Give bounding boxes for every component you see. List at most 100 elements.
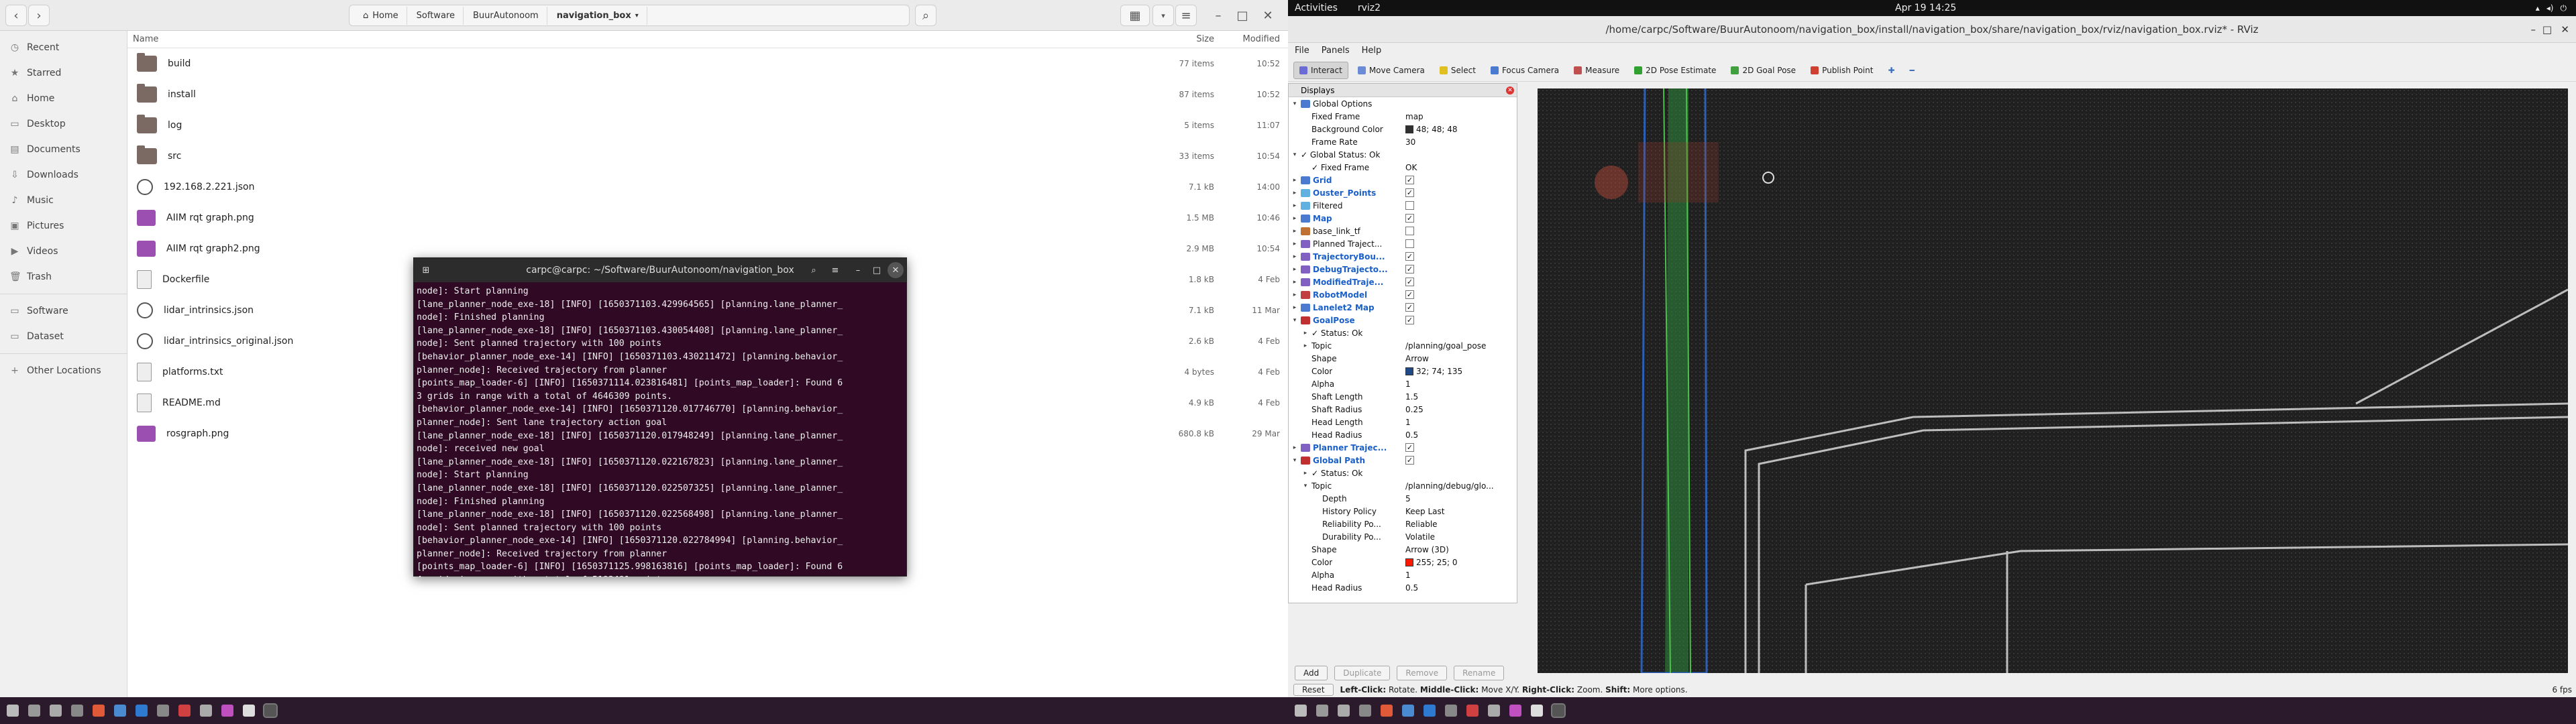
view-toggle-button[interactable]: ▦ xyxy=(1120,5,1150,26)
expand-closed-icon[interactable]: ▸ xyxy=(1291,228,1298,235)
tree-row[interactable]: ▾ Global Options xyxy=(1289,97,1517,110)
app-icon[interactable] xyxy=(1488,705,1500,717)
expand-open-icon[interactable]: ▾ xyxy=(1302,483,1309,489)
app-icon[interactable] xyxy=(50,705,62,717)
tree-row[interactable]: Background Color 48; 48; 48 xyxy=(1289,123,1517,135)
tree-row[interactable]: Head Radius 0.5 xyxy=(1289,581,1517,594)
property-value[interactable]: 1.5 xyxy=(1405,392,1513,402)
sidebar-item-starred[interactable]: ★ Starred xyxy=(0,60,127,86)
maximize-icon[interactable]: □ xyxy=(2542,23,2552,36)
app-icon[interactable] xyxy=(136,705,148,717)
app-icon[interactable] xyxy=(1509,705,1521,717)
tree-row[interactable]: ▸ ModifiedTraje... ✓ xyxy=(1289,276,1517,288)
property-value[interactable]: /planning/debug/glo... xyxy=(1405,481,1513,491)
tree-row[interactable]: ▸ ✓ Status: Ok xyxy=(1289,326,1517,339)
tool-move-camera[interactable]: Move Camera xyxy=(1352,62,1430,79)
property-value[interactable]: 30 xyxy=(1405,137,1513,147)
tree-row[interactable]: Depth 5 xyxy=(1289,492,1517,505)
enable-checkbox[interactable]: ✓ xyxy=(1405,278,1414,286)
expand-closed-icon[interactable]: ▸ xyxy=(1291,241,1298,247)
tool-2d-goal-pose[interactable]: 2D Goal Pose xyxy=(1725,62,1801,79)
enable-checkbox[interactable]: ✓ xyxy=(1405,214,1414,223)
menu-help[interactable]: Help xyxy=(1362,46,1382,56)
app-icon[interactable] xyxy=(1295,705,1307,717)
power-icon[interactable]: ⏻ xyxy=(2561,3,2567,13)
app-icon[interactable] xyxy=(28,705,40,717)
app-icon[interactable] xyxy=(178,705,191,717)
breadcrumb-navigation-box[interactable]: navigation_box ▾ xyxy=(549,6,647,25)
back-button[interactable]: ‹ xyxy=(5,5,27,26)
sidebar-item-recent[interactable]: ◷ Recent xyxy=(0,35,127,60)
tool-measure[interactable]: Measure xyxy=(1568,62,1625,79)
render-viewport[interactable] xyxy=(1538,88,2568,673)
enable-checkbox[interactable]: ✓ xyxy=(1405,290,1414,299)
sidebar-item-software[interactable]: ▭ Software xyxy=(0,298,127,324)
enable-checkbox[interactable] xyxy=(1405,239,1414,248)
breadcrumb-home[interactable]: ⌂ Home xyxy=(355,6,407,25)
property-value[interactable]: 1 xyxy=(1405,418,1513,427)
tool-focus-camera[interactable]: Focus Camera xyxy=(1485,62,1564,79)
property-value[interactable]: 255; 25; 0 xyxy=(1405,558,1513,567)
sidebar-item-home[interactable]: ⌂ Home xyxy=(0,86,127,111)
tree-row[interactable]: Head Length 1 xyxy=(1289,416,1517,428)
expand-closed-icon[interactable]: ▸ xyxy=(1291,279,1298,286)
property-value[interactable]: 5 xyxy=(1405,494,1513,503)
app-icon[interactable] xyxy=(243,705,255,717)
maximize-icon[interactable]: □ xyxy=(869,262,885,278)
sidebar-item-desktop[interactable]: ▭ Desktop xyxy=(0,111,127,137)
enable-checkbox[interactable]: ✓ xyxy=(1405,188,1414,197)
tree-row[interactable]: Shaft Length 1.5 xyxy=(1289,390,1517,403)
property-value[interactable]: Arrow (3D) xyxy=(1405,545,1513,554)
breadcrumb-software[interactable]: Software xyxy=(409,6,464,25)
activities-button[interactable]: Activities xyxy=(1288,3,1338,13)
expand-closed-icon[interactable]: ▸ xyxy=(1291,215,1298,222)
terminal-icon[interactable] xyxy=(263,703,278,718)
expand-open-icon[interactable]: ▾ xyxy=(1291,101,1298,107)
app-icon[interactable] xyxy=(114,705,126,717)
property-value[interactable]: Keep Last xyxy=(1405,507,1513,516)
terminal-window[interactable]: ⊞ carpc@carpc: ~/Software/BuurAutonoom/n… xyxy=(413,257,907,577)
enable-checkbox[interactable]: ✓ xyxy=(1405,176,1414,184)
app-icon[interactable] xyxy=(71,705,83,717)
property-value[interactable]: /planning/goal_pose xyxy=(1405,341,1513,351)
tree-row[interactable]: ▾ Topic/planning/debug/glo... xyxy=(1289,479,1517,492)
app-icon[interactable] xyxy=(1359,705,1371,717)
sidebar-item-other-locations[interactable]: + Other Locations xyxy=(0,358,127,383)
sidebar-item-videos[interactable]: ▶ Videos xyxy=(0,239,127,264)
displays-tree[interactable]: ▾ Global Options Fixed Frame map Background … xyxy=(1289,97,1517,594)
sidebar-item-trash[interactable]: 🗑 Trash xyxy=(0,264,127,290)
tree-row[interactable]: ▸ DebugTrajecto... ✓ xyxy=(1289,263,1517,276)
menu-file[interactable]: File xyxy=(1295,46,1309,56)
tree-row[interactable]: ▾ ✓ Global Status: Ok xyxy=(1289,148,1517,161)
menu-button[interactable]: ≡ xyxy=(1175,5,1197,26)
expand-closed-icon[interactable]: ▸ xyxy=(1291,190,1298,196)
enable-checkbox[interactable]: ✓ xyxy=(1405,252,1414,261)
tree-row[interactable]: ▸ RobotModel ✓ xyxy=(1289,288,1517,301)
tree-row[interactable]: Shape Arrow (3D) xyxy=(1289,543,1517,556)
expand-closed-icon[interactable]: ▸ xyxy=(1302,330,1309,337)
tree-row[interactable]: ▾ Global Path ✓ xyxy=(1289,454,1517,467)
volume-icon[interactable]: ◂) xyxy=(2546,3,2554,13)
expand-closed-icon[interactable]: ▸ xyxy=(1291,202,1298,209)
remove-tool-icon[interactable]: ━ xyxy=(1904,62,1920,79)
search-icon[interactable]: ⌕ xyxy=(806,262,822,278)
file-row[interactable]: install 87 items 10:52 xyxy=(127,79,1288,110)
tree-row[interactable]: ▸ Lanelet2 Map ✓ xyxy=(1289,301,1517,314)
expand-closed-icon[interactable]: ▸ xyxy=(1291,304,1298,311)
expand-closed-icon[interactable]: ▸ xyxy=(1302,470,1309,477)
forward-button[interactable]: › xyxy=(28,5,50,26)
app-icon[interactable] xyxy=(1424,705,1436,717)
close-icon[interactable]: ✕ xyxy=(888,262,904,278)
tree-row[interactable]: ▸ Map ✓ xyxy=(1289,212,1517,225)
enable-checkbox[interactable]: ✓ xyxy=(1405,303,1414,312)
file-row[interactable]: AIIM rqt graph.png 1.5 MB 10:46 xyxy=(127,202,1288,233)
sidebar-item-pictures[interactable]: ▣ Pictures xyxy=(0,213,127,239)
tree-row[interactable]: Shaft Radius 0.25 xyxy=(1289,403,1517,416)
property-value[interactable]: Reliable xyxy=(1405,520,1513,529)
app-icon[interactable] xyxy=(200,705,212,717)
file-row[interactable]: src 33 items 10:54 xyxy=(127,141,1288,172)
property-value[interactable]: Volatile xyxy=(1405,532,1513,542)
enable-checkbox[interactable] xyxy=(1405,227,1414,235)
expand-closed-icon[interactable]: ▸ xyxy=(1291,253,1298,260)
expand-closed-icon[interactable]: ▸ xyxy=(1291,266,1298,273)
